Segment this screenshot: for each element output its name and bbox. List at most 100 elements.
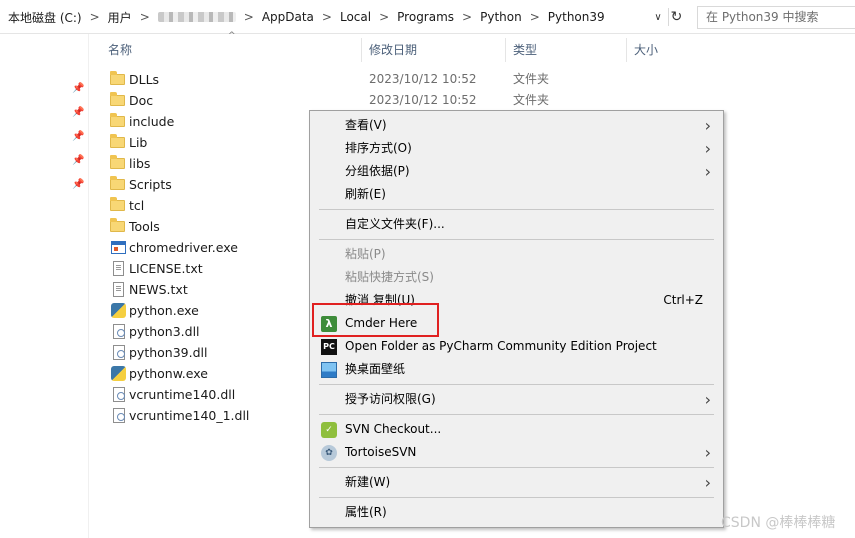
pycharm-icon: PC	[321, 339, 337, 355]
breadcrumb-users[interactable]: 用户	[104, 9, 136, 26]
breadcrumb-python[interactable]: Python	[476, 10, 526, 24]
menu-item-customize-folder[interactable]: 自定义文件夹(F)...	[312, 213, 721, 236]
folder-icon	[110, 134, 125, 148]
dll-file-icon	[113, 324, 125, 339]
column-header-type[interactable]: 类型	[513, 40, 537, 60]
chevron-right-icon: ›	[704, 162, 711, 181]
highlight-annotation-box	[312, 303, 439, 337]
menu-item-label: 属性(R)	[345, 505, 387, 519]
menu-item-sort-by[interactable]: 排序方式(O) ›	[312, 137, 721, 160]
column-header-size[interactable]: 大小	[634, 40, 658, 60]
breadcrumb[interactable]: 本地磁盘 (C:) > 用户 > > AppData > Local > Pro…	[4, 6, 668, 28]
menu-item-group-by[interactable]: 分组依据(P) ›	[312, 160, 721, 183]
list-item[interactable]: Doc 2023/10/12 10:52 文件夹	[105, 90, 625, 111]
text-file-icon	[113, 282, 124, 297]
breadcrumb-python39[interactable]: Python39	[544, 10, 609, 24]
menu-item-open-pycharm[interactable]: PC Open Folder as PyCharm Community Edit…	[312, 335, 721, 358]
menu-item-properties[interactable]: 属性(R)	[312, 501, 721, 524]
file-name: vcruntime140.dll	[129, 387, 236, 402]
chevron-down-icon[interactable]: ∨	[650, 10, 666, 26]
breadcrumb-username-redacted[interactable]	[157, 12, 236, 22]
menu-item-svn-checkout[interactable]: ✓ SVN Checkout...	[312, 418, 721, 441]
file-date: 2023/10/12 10:52	[369, 72, 477, 86]
folder-icon	[110, 176, 125, 190]
navigation-pane[interactable]: 📌 📌 📌 📌 📌	[0, 34, 89, 538]
chevron-right-icon[interactable]: >	[86, 10, 104, 24]
menu-item-label: TortoiseSVN	[345, 445, 417, 459]
list-item[interactable]: DLLs 2023/10/12 10:52 文件夹	[105, 69, 625, 90]
file-name: Lib	[129, 135, 148, 150]
file-name: python.exe	[129, 303, 199, 318]
dll-file-icon	[113, 387, 125, 402]
menu-separator	[319, 209, 714, 210]
file-name: pythonw.exe	[129, 366, 208, 381]
python-icon	[111, 303, 126, 318]
pin-icon: 📌	[72, 179, 85, 190]
menu-item-label: SVN Checkout...	[345, 422, 442, 436]
pin-icon: 📌	[72, 107, 85, 118]
menu-item-refresh[interactable]: 刷新(E)	[312, 183, 721, 206]
sort-ascending-icon: ^	[228, 31, 236, 41]
svn-checkout-icon: ✓	[321, 422, 337, 438]
menu-item-new[interactable]: 新建(W) ›	[312, 471, 721, 494]
file-name: DLLs	[129, 72, 160, 87]
menu-item-label: 粘贴快捷方式(S)	[345, 270, 434, 284]
breadcrumb-programs[interactable]: Programs	[393, 10, 458, 24]
column-header-name[interactable]: 名称	[108, 40, 132, 60]
search-input[interactable]: 在 Python39 中搜索	[697, 6, 855, 29]
file-name: python3.dll	[129, 324, 200, 339]
file-name: Tools	[129, 219, 160, 234]
menu-item-change-wallpaper[interactable]: 换桌面壁纸	[312, 358, 721, 381]
breadcrumb-appdata[interactable]: AppData	[258, 10, 318, 24]
chevron-right-icon[interactable]: >	[526, 10, 544, 24]
menu-separator	[319, 384, 714, 385]
folder-icon	[110, 71, 125, 85]
breadcrumb-local-disk[interactable]: 本地磁盘 (C:)	[4, 9, 86, 26]
pin-icon: 📌	[72, 131, 85, 142]
chevron-right-icon: ›	[704, 473, 711, 492]
menu-item-label: 粘贴(P)	[345, 247, 386, 261]
refresh-icon[interactable]: ↻	[668, 8, 684, 26]
tortoise-svn-icon: ✿	[321, 445, 337, 461]
folder-icon	[110, 113, 125, 127]
wallpaper-icon	[321, 362, 337, 378]
menu-item-label: 排序方式(O)	[345, 141, 412, 155]
file-date: 2023/10/12 10:52	[369, 93, 477, 107]
chevron-right-icon: ›	[704, 139, 711, 158]
menu-item-label: 查看(V)	[345, 118, 387, 132]
file-name: NEWS.txt	[129, 282, 188, 297]
column-header-modified[interactable]: 修改日期	[369, 40, 417, 60]
file-name: tcl	[129, 198, 145, 213]
chevron-right-icon: ›	[704, 116, 711, 135]
menu-separator	[319, 467, 714, 468]
menu-item-view[interactable]: 查看(V) ›	[312, 114, 721, 137]
menu-item-tortoise-svn[interactable]: ✿ TortoiseSVN ›	[312, 441, 721, 464]
menu-item-paste[interactable]: 粘贴(P)	[312, 243, 721, 266]
menu-separator	[319, 239, 714, 240]
chevron-right-icon[interactable]: >	[458, 10, 476, 24]
file-type: 文件夹	[513, 72, 550, 86]
file-name: LICENSE.txt	[129, 261, 203, 276]
menu-item-label: 换桌面壁纸	[345, 362, 406, 376]
menu-item-label: Open Folder as PyCharm Community Edition…	[345, 339, 657, 353]
address-bar[interactable]: 本地磁盘 (C:) > 用户 > > AppData > Local > Pro…	[0, 0, 855, 34]
menu-item-label: 自定义文件夹(F)...	[345, 217, 445, 231]
chevron-right-icon[interactable]: >	[375, 10, 393, 24]
menu-item-paste-shortcut[interactable]: 粘贴快捷方式(S)	[312, 266, 721, 289]
menu-item-label: 授予访问权限(G)	[345, 392, 436, 406]
column-divider[interactable]	[626, 38, 627, 62]
menu-item-grant-access[interactable]: 授予访问权限(G) ›	[312, 388, 721, 411]
watermark: CSDN @棒棒棒糖	[721, 515, 836, 531]
menu-item-label: 新建(W)	[345, 475, 391, 489]
file-name: Doc	[129, 93, 154, 108]
chevron-right-icon[interactable]: >	[240, 10, 258, 24]
file-name: vcruntime140_1.dll	[129, 408, 250, 423]
column-divider[interactable]	[361, 38, 362, 62]
column-divider[interactable]	[505, 38, 506, 62]
breadcrumb-local[interactable]: Local	[336, 10, 375, 24]
menu-item-label: 分组依据(P)	[345, 164, 410, 178]
text-file-icon	[113, 261, 124, 276]
chevron-right-icon[interactable]: >	[318, 10, 336, 24]
chevron-right-icon[interactable]: >	[136, 10, 154, 24]
menu-item-label: 刷新(E)	[345, 187, 386, 201]
